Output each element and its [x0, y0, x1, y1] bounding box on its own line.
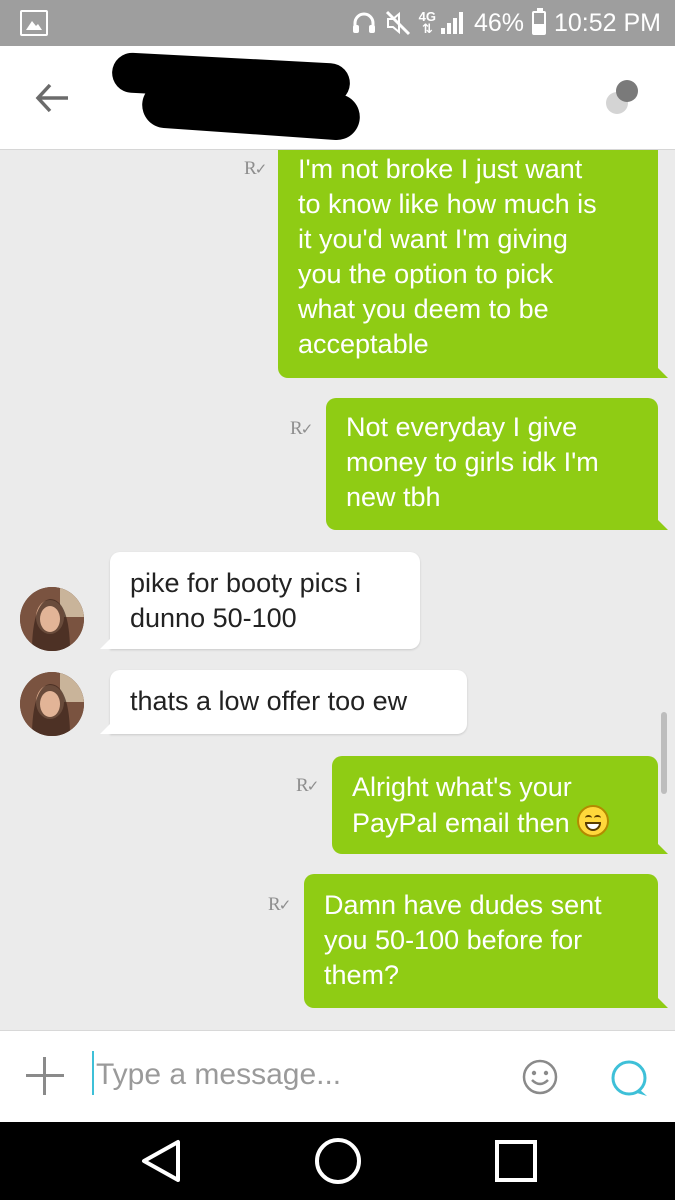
battery-percent: 46% [473, 8, 524, 37]
gallery-icon [20, 10, 48, 36]
contact-avatar[interactable] [20, 672, 84, 736]
message-bubble-incoming[interactable]: pike for booty pics i dunno 50-100 [100, 552, 420, 649]
system-nav-bar [0, 1122, 675, 1200]
battery-icon [531, 8, 546, 35]
signal-icon [440, 12, 463, 34]
message-line: it you'd want I'm giving [298, 224, 568, 254]
message-line: Not everyday I give [346, 412, 578, 442]
message-line: dunno 50-100 [130, 603, 297, 633]
message-line: to know like how much is [298, 189, 597, 219]
message-line: new tbh [346, 482, 441, 512]
message-bubble-outgoing[interactable]: I'm not broke I just want to know like h… [278, 150, 668, 378]
message-bubble-outgoing[interactable]: Damn have dudes sent you 50-100 before f… [304, 874, 668, 1008]
message-line: Damn have dudes sent [324, 890, 602, 920]
conversation-header [0, 46, 675, 150]
more-options-icon[interactable] [604, 78, 644, 118]
message-bubble-incoming[interactable]: thats a low offer too ew [100, 670, 467, 734]
message-bubble-outgoing[interactable]: Alright what's your PayPal email then [332, 756, 668, 854]
nav-back-icon[interactable] [140, 1138, 184, 1184]
clock: 10:52 PM [553, 8, 661, 37]
message-line: you 50-100 before for [324, 925, 583, 955]
text-cursor [92, 1051, 94, 1095]
plus-icon[interactable] [26, 1057, 64, 1095]
network-indicator: 4G ⇅ [419, 10, 436, 36]
message-line: acceptable [298, 329, 429, 359]
status-bar: 4G ⇅ 46% 10:52 PM [0, 0, 675, 46]
grinning-emoji-icon [577, 805, 610, 837]
chat-bubble-icon[interactable] [610, 1059, 650, 1099]
read-receipt-icon: R✓ [268, 894, 292, 915]
nav-home-icon[interactable] [315, 1138, 361, 1184]
network-arrows: ⇅ [421, 21, 433, 36]
message-composer [0, 1030, 675, 1122]
read-receipt-icon: R✓ [244, 158, 268, 179]
message-line: what you deem to be [298, 294, 549, 324]
message-list[interactable]: R✓ I'm not broke I just want to know lik… [0, 150, 675, 1030]
nav-recents-icon[interactable] [495, 1140, 537, 1182]
message-line: you the option to pick [298, 259, 554, 289]
mute-icon [385, 10, 410, 36]
message-line: PayPal email then [352, 805, 638, 841]
message-line: Alright what's your [352, 772, 572, 802]
smiley-icon[interactable] [522, 1059, 558, 1095]
message-input[interactable] [96, 1055, 476, 1095]
message-bubble-outgoing[interactable]: Not everyday I give money to girls idk I… [326, 398, 668, 530]
message-line: money to girls idk I'm [346, 447, 599, 477]
message-line: I'm not broke I just want [298, 154, 583, 184]
message-line: pike for booty pics i [130, 568, 362, 598]
scrollbar[interactable] [661, 712, 667, 794]
read-receipt-icon: R✓ [296, 775, 320, 796]
message-line: thats a low offer too ew [130, 686, 408, 716]
headset-icon [352, 12, 375, 33]
back-arrow-icon[interactable] [30, 76, 74, 120]
battery-fill [533, 23, 544, 33]
read-receipt-icon: R✓ [290, 418, 314, 439]
message-line: them? [324, 960, 400, 990]
contact-avatar[interactable] [20, 587, 84, 651]
